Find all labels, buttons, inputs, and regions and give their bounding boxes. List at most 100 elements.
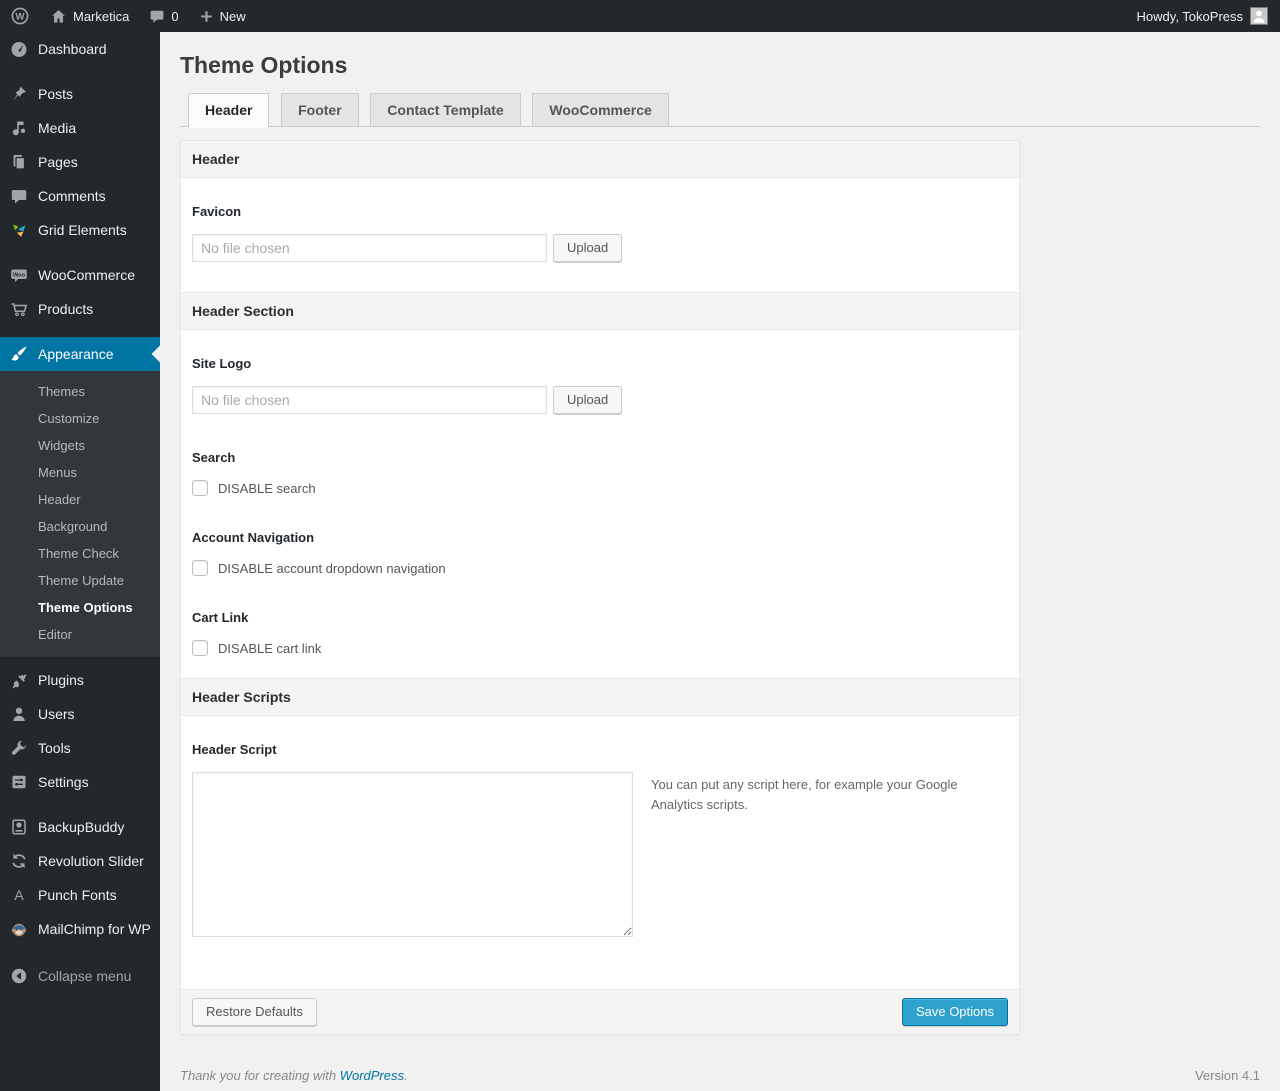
favicon-file-input[interactable] (192, 234, 547, 262)
wordpress-link[interactable]: WordPress (340, 1068, 404, 1083)
submenu-item-themes[interactable]: Themes (0, 378, 160, 405)
sidebar-item-tools[interactable]: Tools (0, 731, 160, 765)
header-script-field: Header Script You can put any script her… (192, 742, 1008, 937)
wrench-icon (9, 738, 29, 758)
tab-header[interactable]: Header (188, 93, 270, 128)
submenu-item-customize[interactable]: Customize (0, 405, 160, 432)
sidebar-item-dashboard[interactable]: Dashboard (0, 32, 160, 66)
comments-menu[interactable]: 0 (139, 0, 188, 32)
sidebar-item-media[interactable]: Media (0, 111, 160, 145)
disable-search-checkbox[interactable] (192, 480, 208, 496)
disable-cart-link-checkbox[interactable] (192, 640, 208, 656)
svg-text:W: W (16, 12, 25, 23)
admin-sidebar: Dashboard Posts Media Pages Comments Gri… (0, 32, 160, 1091)
media-icon (9, 118, 29, 138)
sidebar-item-punch-fonts[interactable]: A Punch Fonts (0, 878, 160, 912)
collapse-menu-label: Collapse menu (38, 968, 132, 984)
favicon-upload-button[interactable]: Upload (553, 234, 623, 262)
section-header-title: Header (181, 141, 1019, 178)
disable-account-nav-checkbox[interactable] (192, 560, 208, 576)
avatar (1250, 7, 1268, 25)
theme-options-panel: Header Favicon Upload Header Section Sit… (180, 140, 1020, 1035)
wordpress-logo-icon: W (10, 6, 30, 26)
footer-thanks-suffix: . (404, 1068, 408, 1083)
comment-bubble-icon (149, 8, 165, 24)
plugin-icon (9, 670, 29, 690)
footer-thanks-text: Thank you for creating with WordPress. (180, 1068, 408, 1083)
account-navigation-label: Account Navigation (192, 530, 315, 545)
submenu-item-theme-options[interactable]: Theme Options (0, 594, 160, 621)
sidebar-item-products[interactable]: Products (0, 292, 160, 326)
tab-bar: Header Footer Contact Template WooCommer… (180, 93, 1260, 128)
header-script-textarea[interactable] (192, 772, 633, 937)
submenu-item-header[interactable]: Header (0, 486, 160, 513)
grid-elements-icon (9, 220, 29, 240)
sidebar-item-label: Media (38, 120, 77, 136)
disable-search-label[interactable]: DISABLE search (218, 481, 316, 496)
comments-icon (9, 186, 29, 206)
sidebar-item-plugins[interactable]: Plugins (0, 663, 160, 697)
sidebar-item-label: Pages (38, 154, 78, 170)
sidebar-item-pages[interactable]: Pages (0, 145, 160, 179)
site-name-menu[interactable]: Marketica (40, 0, 139, 32)
sidebar-item-label: Grid Elements (38, 222, 127, 238)
mailchimp-monkey-icon (9, 919, 29, 939)
sidebar-item-label: Users (38, 706, 75, 722)
version-label: Version 4.1 (1194, 1068, 1260, 1083)
tab-woocommerce[interactable]: WooCommerce (532, 93, 669, 126)
submenu-item-widgets[interactable]: Widgets (0, 432, 160, 459)
admin-footer: Thank you for creating with WordPress. V… (180, 1068, 1260, 1083)
disable-account-nav-label[interactable]: DISABLE account dropdown navigation (218, 561, 446, 576)
site-logo-label: Site Logo (192, 356, 252, 371)
new-label: New (219, 8, 246, 24)
site-logo-upload-button[interactable]: Upload (553, 386, 623, 414)
sidebar-item-woocommerce[interactable]: Woo WooCommerce (0, 258, 160, 292)
home-icon (50, 8, 67, 25)
new-content-menu[interactable]: New (189, 0, 256, 32)
tab-contact-template[interactable]: Contact Template (370, 93, 521, 126)
sidebar-item-grid-elements[interactable]: Grid Elements (0, 213, 160, 247)
sidebar-item-label: Appearance (38, 346, 114, 362)
sidebar-item-label: Tools (38, 740, 71, 756)
submenu-item-theme-update[interactable]: Theme Update (0, 567, 160, 594)
page-title: Theme Options (180, 52, 348, 78)
site-logo-file-input[interactable] (192, 386, 547, 414)
wordpress-logo-menu[interactable]: W (0, 0, 40, 32)
sidebar-item-label: Dashboard (38, 41, 107, 57)
submenu-item-background[interactable]: Background (0, 513, 160, 540)
submenu-item-menus[interactable]: Menus (0, 459, 160, 486)
howdy-label: Howdy, TokoPress (1136, 8, 1243, 24)
footer-thanks-prefix: Thank you for creating with (180, 1068, 340, 1083)
settings-icon (9, 772, 29, 792)
disable-cart-link-label[interactable]: DISABLE cart link (218, 641, 321, 656)
appearance-brush-icon (9, 344, 29, 364)
sidebar-item-revolution-slider[interactable]: Revolution Slider (0, 844, 160, 878)
sidebar-item-label: Comments (38, 188, 106, 204)
submenu-item-editor[interactable]: Editor (0, 621, 160, 648)
plus-icon (199, 9, 214, 24)
sidebar-item-mailchimp[interactable]: MailChimp for WP (0, 912, 160, 946)
restore-defaults-button[interactable]: Restore Defaults (192, 998, 317, 1026)
site-name-label: Marketica (73, 8, 130, 24)
section-header-area-title: Header Section (181, 292, 1019, 330)
cart-icon (9, 299, 29, 319)
sidebar-item-label: Posts (38, 86, 74, 102)
collapse-menu-button[interactable]: Collapse menu (0, 959, 160, 993)
sidebar-item-posts[interactable]: Posts (0, 77, 160, 111)
letter-a-icon: A (9, 885, 29, 905)
favicon-field: Favicon Upload (192, 204, 1008, 262)
tab-footer[interactable]: Footer (281, 93, 359, 126)
sidebar-item-appearance[interactable]: Appearance (0, 337, 160, 371)
sidebar-item-users[interactable]: Users (0, 697, 160, 731)
backupbuddy-icon (9, 817, 29, 837)
save-options-button[interactable]: Save Options (901, 998, 1008, 1026)
sidebar-item-settings[interactable]: Settings (0, 765, 160, 799)
account-navigation-field: Account Navigation DISABLE account dropd… (192, 530, 1008, 576)
sidebar-item-label: Punch Fonts (38, 887, 117, 903)
search-field: Search DISABLE search (192, 450, 1008, 496)
account-menu[interactable]: Howdy, TokoPress (1125, 0, 1280, 32)
collapse-arrow-icon (9, 966, 29, 986)
sidebar-item-backupbuddy[interactable]: BackupBuddy (0, 810, 160, 844)
submenu-item-theme-check[interactable]: Theme Check (0, 540, 160, 567)
sidebar-item-comments[interactable]: Comments (0, 179, 160, 213)
